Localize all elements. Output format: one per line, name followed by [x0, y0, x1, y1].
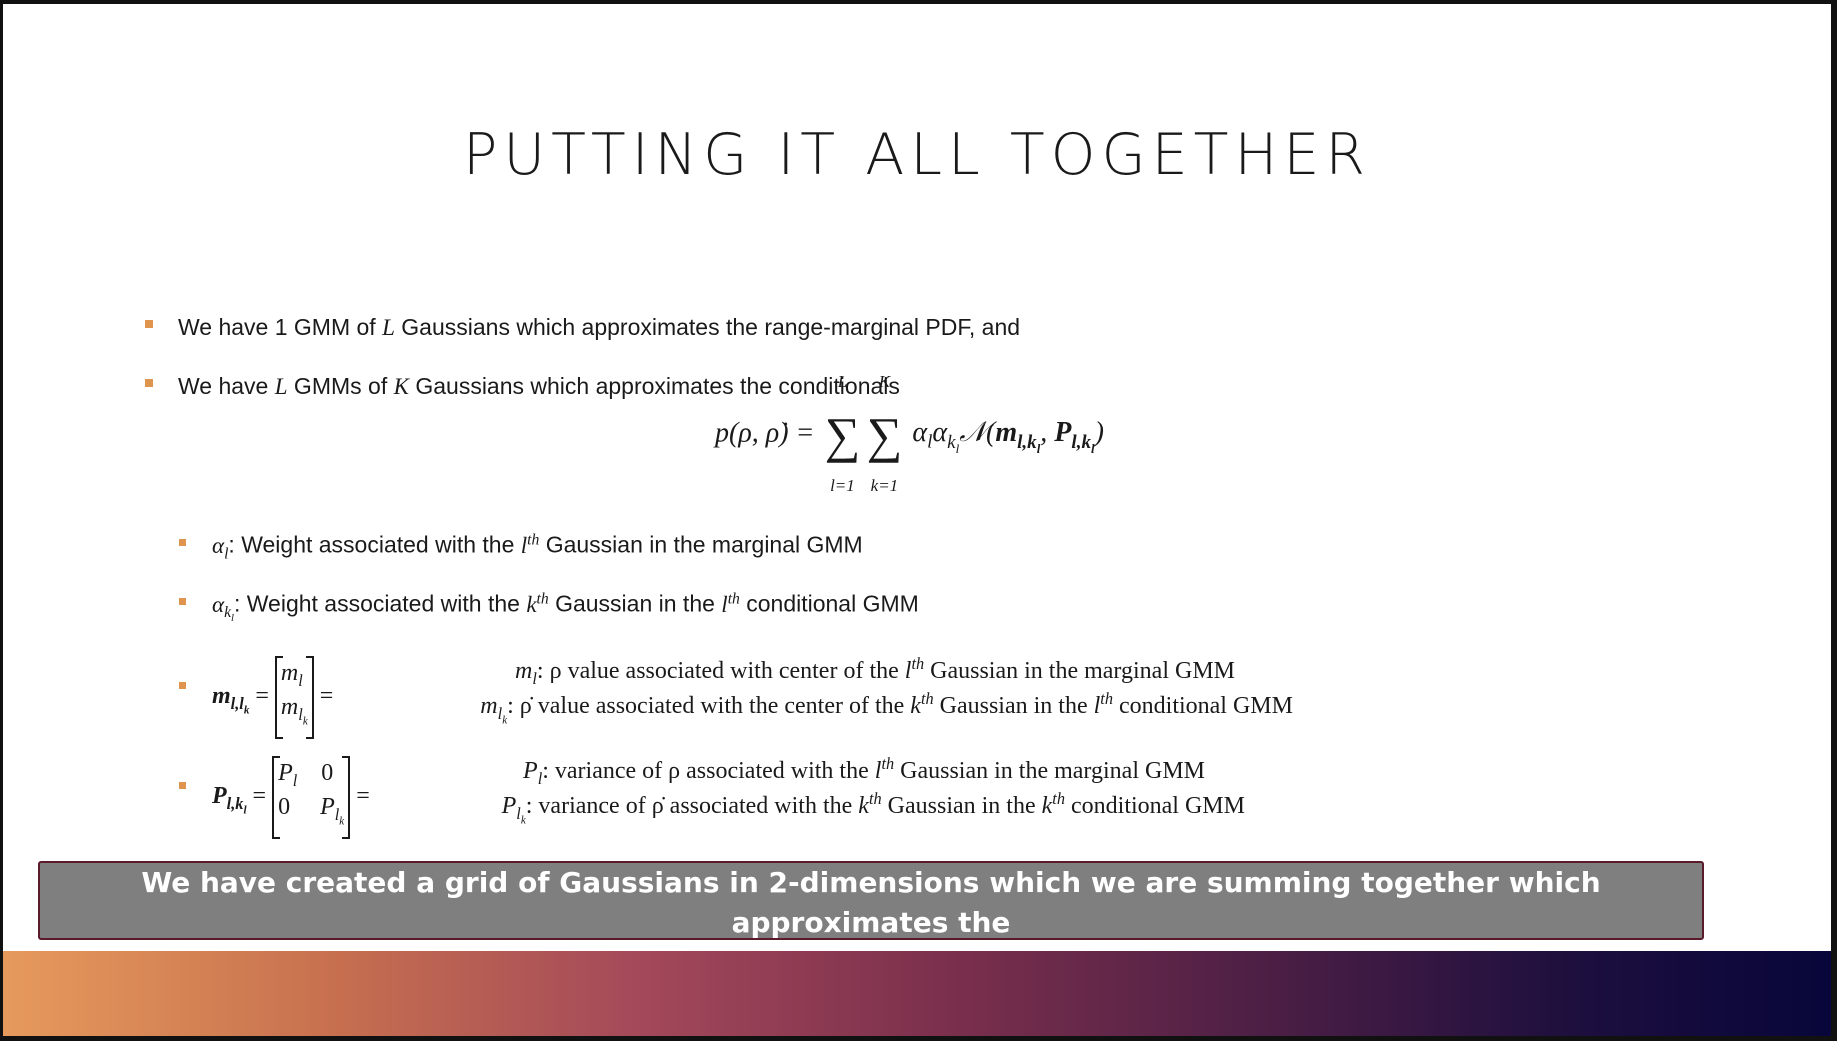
sub-bullet-marker — [179, 539, 186, 546]
alpha-kl-symbol: αkl — [212, 591, 234, 625]
bullet-gmm-marginal: We have 1 GMM of L Gaussians which appro… — [178, 314, 1020, 341]
sub-bullet-2-mid: Gaussian in the — [548, 590, 722, 617]
m-lk-symbol: mlk — [480, 692, 508, 726]
alpha-l-symbol: αl — [212, 532, 229, 563]
equation-lhs: p(ρ, ρ̇) = — [715, 417, 815, 449]
bullet-marker — [145, 320, 153, 328]
sub-bullet-marker — [179, 598, 186, 605]
bullet-1-pre: We have 1 GMM of — [178, 314, 383, 340]
cov-def-1-text: : variance of ρ associated with the — [542, 758, 875, 784]
bullet-2-pre: We have — [178, 373, 275, 399]
sub-bullet-1-text: : Weight associated with the — [228, 531, 521, 558]
sum-over-l: L ∑ l=1 — [822, 372, 862, 495]
mean-def-conditional: mlk: ρ̇ value associated with the center… — [383, 689, 1293, 726]
sub-bullet-marker — [179, 682, 186, 689]
sum-lower-limit: k=1 — [870, 476, 899, 495]
covariance-definitions: Pl: variance of ρ associated with the lt… — [403, 754, 1245, 826]
var-L: L — [274, 374, 288, 399]
m-l-symbol: ml — [515, 658, 537, 688]
covariance-symbol: Pl,kl — [212, 782, 247, 816]
bullet-gmm-conditionals: We have L GMMs of K Gaussians which appr… — [178, 373, 900, 400]
covariance-def-marginal: Pl: variance of ρ associated with the lt… — [403, 754, 1245, 789]
sub-bullet-2-post: conditional GMM — [739, 590, 919, 617]
mean-def-1-text: : ρ value associated with center of the — [536, 658, 905, 684]
slide-title: PUTTING IT ALL TOGETHER — [462, 122, 1371, 188]
matrix-row: Pl 0 — [278, 760, 334, 790]
equation-rhs: αlαkl𝒩(ml,kl, Pl,kl) — [912, 417, 1104, 456]
sub-bullet-alpha-l: αl: Weight associated with the lth Gauss… — [212, 531, 863, 563]
mean-vector-expression: ml,lk = ml mlk = — [212, 656, 333, 739]
sum-lower-limit: l=1 — [830, 476, 855, 495]
mean-def-2-mid: Gaussian in the — [933, 692, 1094, 719]
covariance-matrix: Pl 0 0 Plk — [272, 756, 351, 839]
k-th-symbol: kth — [858, 788, 882, 819]
mean-def-marginal: ml: ρ value associated with center of th… — [383, 654, 1293, 689]
k-th-symbol: kth — [1041, 788, 1065, 819]
mean-symbol: ml,lk — [212, 682, 250, 716]
mean-definitions: ml: ρ value associated with center of th… — [383, 654, 1293, 726]
covariance-def-conditional: Plk: variance of ρ̇ associated with the … — [403, 789, 1245, 826]
cov-def-1-post: Gaussian in the marginal GMM — [894, 758, 1205, 784]
bullet-1-post: Gaussians which approximates the range-m… — [394, 314, 1021, 340]
p-l-symbol: Pl — [523, 758, 543, 788]
banner-line-1: We have created a grid of Gaussians in 2… — [141, 866, 1601, 939]
matrix-row: 0 Plk — [278, 793, 345, 827]
summary-banner: We have created a grid of Gaussians in 2… — [38, 861, 1704, 979]
sum-upper-limit: L — [837, 372, 848, 391]
mean-def-1-post: Gaussian in the marginal GMM — [924, 658, 1235, 684]
sub-bullet-alpha-kl: αkl: Weight associated with the kth Gaus… — [212, 590, 919, 624]
k-th-symbol: kth — [910, 688, 934, 719]
cov-def-2-mid: Gaussian in the — [881, 792, 1042, 819]
footer-gradient-bar — [3, 951, 1831, 1036]
l-th-symbol: lth — [721, 590, 740, 617]
pdf-equation: p(ρ, ρ̇) = L ∑ l=1 K ∑ k=1 αlαkl𝒩(ml,kl,… — [715, 372, 1104, 495]
sum-upper-limit: K — [878, 372, 891, 391]
bullet-2-mid: GMMs of — [287, 373, 394, 399]
slide: PUTTING IT ALL TOGETHER We have 1 GMM of… — [3, 4, 1831, 1036]
mean-def-2-post: conditional GMM — [1113, 692, 1293, 719]
mean-matrix: ml mlk — [274, 656, 314, 739]
sub-bullet-1-post: Gaussian in the marginal GMM — [539, 531, 863, 558]
l-th-symbol: lth — [520, 531, 540, 558]
matrix-row: ml — [280, 660, 303, 690]
matrix-row: mlk — [280, 693, 308, 727]
sigma-symbol: ∑ — [824, 407, 861, 463]
k-th-symbol: kth — [526, 590, 549, 617]
sigma-symbol: ∑ — [866, 407, 903, 463]
var-L: L — [382, 315, 395, 340]
sub-bullet-marker — [179, 782, 186, 789]
sub-bullet-2-text: : Weight associated with the — [233, 590, 527, 617]
cov-def-2-text: : variance of ρ̇ associated with the — [525, 792, 859, 819]
sum-over-k: K ∑ k=1 — [864, 372, 904, 495]
bullet-marker — [145, 379, 153, 387]
cov-def-2-post: conditional GMM — [1065, 792, 1245, 819]
l-th-symbol: lth — [1093, 688, 1113, 719]
l-th-symbol: lth — [874, 754, 895, 784]
covariance-expression: Pl,kl = Pl 0 0 Plk = — [212, 756, 370, 839]
var-K: K — [393, 374, 409, 399]
mean-def-2-text: : ρ̇ value associated with the center of… — [507, 692, 911, 719]
p-lk-symbol: Plk — [501, 792, 526, 826]
l-th-symbol: lth — [904, 654, 925, 684]
